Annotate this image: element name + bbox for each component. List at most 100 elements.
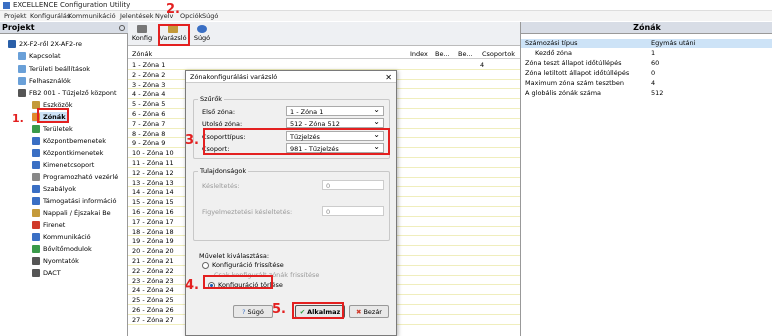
tree-item-nappali[interactable]: Nappali / Éjszakai Be — [32, 208, 111, 218]
zone-row[interactable]: 1 - Zóna 1 — [128, 60, 520, 70]
zone-row-label: 17 - Zóna 17 — [132, 217, 174, 226]
zone-row-label: 24 - Zóna 24 — [132, 286, 174, 295]
konfig-button[interactable]: Konfig — [130, 24, 154, 44]
tree-item-kimenetcsoport[interactable]: Kimenetcsoport — [32, 160, 94, 170]
tree-item-kommunikacio[interactable]: Kommunikáció — [32, 232, 91, 242]
radio-frissites[interactable]: Konfiguráció frissítése — [202, 261, 284, 269]
zone-table-header: Zónák Index Be... Be... Csoportok 4 — [128, 48, 520, 69]
project-pane: Projekt 2X-F2-ről 2X-AF2-re Kapcsolat Te… — [0, 22, 128, 336]
tree-item-kapcsolat[interactable]: Kapcsolat — [18, 51, 61, 61]
zone-row-label: 21 - Zóna 21 — [132, 257, 174, 265]
window-title: EXCELLENCE Configuration Utility — [13, 1, 131, 9]
project-header: Projekt — [0, 22, 128, 34]
menu-kommunikacio[interactable]: Kommunikáció — [68, 12, 116, 20]
col-zonak[interactable]: Zónák — [132, 50, 152, 58]
tree-item-szabalyok[interactable]: Szabályok — [32, 184, 76, 194]
tree-item-bovitomodulok[interactable]: Bővítőmodulok — [32, 244, 92, 254]
elso-zona-select[interactable]: 1 - Zóna 1 — [286, 105, 384, 116]
zone-config-wizard-dialog: Zónakonfigurálási varázsló ✕ Szűrők Első… — [185, 70, 397, 336]
tree-item-teruletek[interactable]: Területek — [32, 124, 73, 134]
tree-item-teruleti[interactable]: Területi beállítások — [18, 64, 90, 74]
prop-row[interactable]: Zóna letiltott állapot időtúllépés 0 — [521, 69, 772, 78]
zone-row-label: 26 - Zóna 26 — [132, 306, 174, 314]
close-icon[interactable]: ✕ — [385, 73, 392, 82]
zone-row-label: 20 - Zóna 20 — [132, 247, 174, 256]
step-3: 3. — [185, 133, 199, 148]
highlight-csoport — [203, 128, 390, 155]
zone-row-label: 1 - Zóna 1 — [132, 61, 166, 69]
zone-row-label: 12 - Zóna 12 — [132, 168, 174, 177]
properties-pane: Zónák Számozási típus Egymás utáni Kezdő … — [520, 22, 772, 336]
menu-sugo[interactable]: Súgó — [202, 12, 218, 20]
zone-row-label: 7 - Zóna 7 — [132, 119, 166, 128]
tree-item-kozpont[interactable]: FB2 001 - Tűzjelző központ — [18, 88, 117, 98]
app-icon — [3, 2, 10, 9]
zone-row-label: 23 - Zóna 23 — [132, 276, 174, 285]
prop-row[interactable]: Kezdő zóna 1 — [521, 49, 772, 58]
utolso-zona-label: Utolsó zóna: — [202, 120, 243, 128]
properties-header: Zónák — [521, 22, 772, 34]
prop-row[interactable]: Zóna teszt állapot időtúllépés 60 — [521, 59, 772, 68]
kesleltetes-input[interactable]: 0 — [322, 180, 384, 190]
tree-item-kozpontbemenetek[interactable]: Központbemenetek — [32, 136, 106, 146]
figyelmeztetes-input[interactable]: 0 — [322, 206, 384, 216]
zone-row-label: 16 - Zóna 16 — [132, 208, 174, 216]
menu-opciok[interactable]: Opciók — [180, 12, 202, 20]
bezar-button[interactable]: ✖ Bezár — [349, 305, 389, 318]
sugo-button[interactable]: ? Súgó — [233, 305, 273, 318]
zone-row-label: 8 - Zóna 8 — [132, 129, 166, 138]
prop-row[interactable]: A globális zónák száma 512 — [521, 89, 772, 98]
figyelmeztetes-label: Figyelmeztetési késleltetés: — [202, 208, 293, 216]
highlight-alkalmaz — [292, 302, 344, 319]
konfig-icon — [137, 25, 147, 33]
col-be2[interactable]: Be... — [458, 50, 473, 58]
zone-row-label: 19 - Zóna 19 — [132, 237, 174, 246]
sugo-toolbar-button[interactable]: Súgó — [190, 24, 214, 44]
menu-jelentesek[interactable]: Jelentések — [120, 12, 154, 20]
col-index[interactable]: Index — [410, 50, 428, 58]
tree-item-tamogatasi[interactable]: Támogatási információ — [32, 196, 117, 206]
tree-item-dact[interactable]: DACT — [32, 268, 61, 278]
zone-row-label: 18 - Zóna 18 — [132, 227, 174, 236]
pin-icon[interactable] — [119, 25, 125, 31]
zone-row-label: 13 - Zóna 13 — [132, 178, 174, 187]
step-4: 4. — [185, 278, 199, 293]
tree-item-felhasznalok[interactable]: Felhasználók — [18, 76, 71, 86]
tree-item-root[interactable]: 2X-F2-ről 2X-AF2-re — [8, 39, 82, 49]
tree-item-firenet[interactable]: Firenet — [32, 220, 65, 230]
step-2: 2. — [166, 2, 180, 17]
step-5: 5. — [272, 302, 286, 317]
zone-row-label: 9 - Zóna 9 — [132, 139, 166, 148]
zone-row-label: 15 - Zóna 15 — [132, 198, 174, 207]
menu-projekt[interactable]: Projekt — [4, 12, 26, 20]
muvelet-label: Művelet kiválasztása: — [199, 252, 270, 260]
zone-row-label: 4 - Zóna 4 — [132, 90, 166, 99]
properties-group: Tulajdonságok Késleltetés: 0 Figyelmezte… — [193, 167, 390, 241]
help-icon — [197, 25, 207, 33]
step-1: 1. — [12, 112, 24, 125]
highlight-zonak — [37, 108, 69, 123]
col-csoportok[interactable]: Csoportok — [482, 50, 515, 58]
highlight-torles — [203, 275, 273, 289]
prop-row[interactable]: Maximum zóna szám tesztben 4 — [521, 79, 772, 88]
tree-item-programozhato[interactable]: Programozható vezérlé — [32, 172, 118, 182]
tree-item-kozpontkimenetek[interactable]: Központkimenetek — [32, 148, 103, 158]
zone-row-label: 11 - Zóna 11 — [132, 159, 174, 167]
zone-row-label: 27 - Zóna 27 — [132, 315, 174, 324]
close-x-icon: ✖ — [356, 307, 362, 316]
tree-item-nyomtatok[interactable]: Nyomtatók — [32, 256, 79, 266]
zone-row-label: 3 - Zóna 3 — [132, 80, 166, 89]
col-be[interactable]: Be... — [435, 50, 450, 58]
highlight-varazslo — [158, 24, 190, 46]
menu-konfiguralas[interactable]: Konfigurálás — [30, 12, 70, 20]
menu-bar: Projekt Konfigurálás Kommunikáció Jelent… — [0, 11, 772, 21]
radio-circle-icon — [202, 261, 209, 269]
prop-row-szamozas[interactable]: Számozási típus Egymás utáni — [521, 39, 772, 48]
zone-row-label: 22 - Zóna 22 — [132, 266, 174, 275]
utolso-zona-select[interactable]: 512 - Zóna 512 — [286, 117, 384, 128]
zone-row-label: 25 - Zóna 25 — [132, 296, 174, 305]
kesleltetes-label: Késleltetés: — [202, 182, 240, 190]
zone-row-label: 14 - Zóna 14 — [132, 188, 174, 197]
elso-zona-label: Első zóna: — [202, 108, 236, 116]
zone-row-label: 5 - Zóna 5 — [132, 100, 166, 109]
